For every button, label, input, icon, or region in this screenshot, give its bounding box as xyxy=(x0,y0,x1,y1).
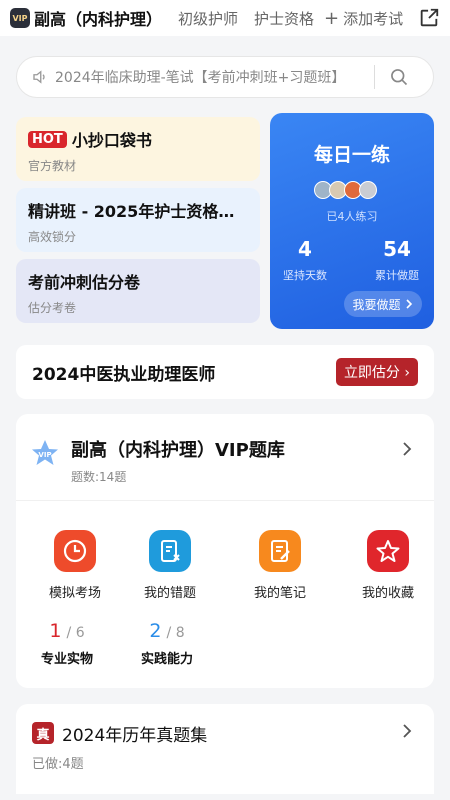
bank-question-count: 题数:14题 xyxy=(71,470,127,484)
lecture-class-card[interactable]: 精讲班 - 2025年护士资格… 高效锁分 xyxy=(16,188,260,252)
divider xyxy=(16,500,434,501)
current-exam-title[interactable]: 副高（内科护理） xyxy=(34,6,162,30)
daily-title: 每日一练 xyxy=(313,144,390,166)
tab-exam-1[interactable]: 初级护师 xyxy=(178,8,238,29)
tool-label: 我的错题 xyxy=(143,586,196,601)
progress-total: 6 xyxy=(75,625,85,641)
card-title: 小抄口袋书 xyxy=(71,131,152,150)
external-link-icon[interactable] xyxy=(418,7,440,29)
search-icon[interactable] xyxy=(389,67,409,87)
speaker-icon xyxy=(33,70,45,84)
card-subtitle: 高效锁分 xyxy=(28,230,77,244)
estimate-button-label: 立即估分 xyxy=(343,365,400,381)
card-subtitle: 官方教材 xyxy=(28,159,77,173)
score-estimate-row: 2024中医执业助理医师 立即估分 › xyxy=(16,345,434,399)
tool-my-notes[interactable]: 我的笔记 xyxy=(238,530,322,601)
progress-label: 实践能力 xyxy=(140,652,193,667)
card-title: 考前冲刺估分卷 xyxy=(28,273,141,292)
progress-total: 8 xyxy=(175,625,185,641)
vip-badge: VIP xyxy=(10,8,30,28)
avatar xyxy=(359,181,377,199)
tool-label: 模拟考场 xyxy=(48,586,101,601)
real-exam-badge: 真 xyxy=(32,722,54,744)
tool-label: 我的收藏 xyxy=(361,586,414,601)
chevron-right-icon[interactable] xyxy=(400,722,414,740)
top-bar: VIP 副高（内科护理） 初级护师 护士资格 + 添加考试 xyxy=(0,0,450,36)
stat-label: 坚持天数 xyxy=(283,269,327,282)
total-questions: 54 累计做题 xyxy=(362,237,432,283)
wrong-book-icon xyxy=(149,530,191,572)
stat-label: 累计做题 xyxy=(375,269,419,282)
streak-days: 4 坚持天数 xyxy=(270,237,340,283)
tool-favorites[interactable]: 我的收藏 xyxy=(346,530,430,601)
progress-label: 专业实物 xyxy=(40,652,93,667)
progress-done: 2 xyxy=(149,620,162,642)
estimate-button[interactable]: 立即估分 › xyxy=(335,358,418,386)
search-bar[interactable]: 2024年临床助理-笔试【考前冲刺班+习题班】 xyxy=(16,56,434,98)
tab-exam-2[interactable]: 护士资格 xyxy=(254,8,314,29)
progress-slash: / xyxy=(166,625,176,641)
search-placeholder: 2024年临床助理-笔试【考前冲刺班+习题班】 xyxy=(55,70,346,86)
stat-value: 4 xyxy=(298,237,312,261)
pocket-book-card[interactable]: HOT 小抄口袋书 官方教材 xyxy=(16,117,260,181)
past-papers-title: 2024年历年真题集 xyxy=(62,726,208,746)
daily-practice-card[interactable]: 每日一练 已4人练习 4 坚持天数 54 累计做题 我要做题 xyxy=(270,113,434,329)
tool-label: 我的笔记 xyxy=(253,586,306,601)
stat-value: 54 xyxy=(383,237,411,261)
start-practice-button[interactable]: 我要做题 xyxy=(344,291,422,317)
vip-star-text: VIP xyxy=(38,451,51,459)
progress-slash: / xyxy=(66,625,76,641)
chevron-right-icon[interactable] xyxy=(400,440,414,458)
clock-icon xyxy=(54,530,96,572)
chevron-right-icon: › xyxy=(404,365,410,381)
start-practice-label: 我要做题 xyxy=(352,297,401,312)
add-exam-button[interactable]: + 添加考试 xyxy=(324,8,403,29)
past-papers-done: 已做:4题 xyxy=(32,757,84,772)
chevron-right-icon xyxy=(405,299,412,309)
past-papers-card[interactable]: 真 2024年历年真题集 已做:4题 xyxy=(16,704,434,794)
estimate-exam-title: 2024中医执业助理医师 xyxy=(32,364,216,385)
tool-mock-exam[interactable]: 模拟考场 xyxy=(33,530,117,601)
chapter-progress-practice[interactable]: 2 / 8 实践能力 xyxy=(122,620,212,667)
bank-title[interactable]: 副高（内科护理）VIP题库 xyxy=(71,436,285,462)
tool-wrong-questions[interactable]: 我的错题 xyxy=(128,530,212,601)
vip-star-icon: VIP xyxy=(32,440,58,465)
plus-icon: + xyxy=(324,7,340,29)
search-divider xyxy=(374,65,375,89)
vip-question-bank: VIP 副高（内科护理）VIP题库 题数:14题 模拟考场 我的错题 我的笔记 … xyxy=(16,414,434,688)
practitioner-avatars xyxy=(314,181,377,199)
card-title: 精讲班 - 2025年护士资格… xyxy=(28,202,235,221)
mock-exam-card[interactable]: 考前冲刺估分卷 估分考卷 xyxy=(16,259,260,323)
chapter-progress-professional[interactable]: 1 / 6 专业实物 xyxy=(22,620,112,667)
add-exam-label: 添加考试 xyxy=(343,9,404,28)
practiced-count: 已4人练习 xyxy=(326,210,378,223)
card-subtitle: 估分考卷 xyxy=(28,301,77,315)
hot-badge: HOT xyxy=(28,130,67,148)
star-icon xyxy=(367,530,409,572)
note-icon xyxy=(259,530,301,572)
progress-done: 1 xyxy=(49,620,62,642)
